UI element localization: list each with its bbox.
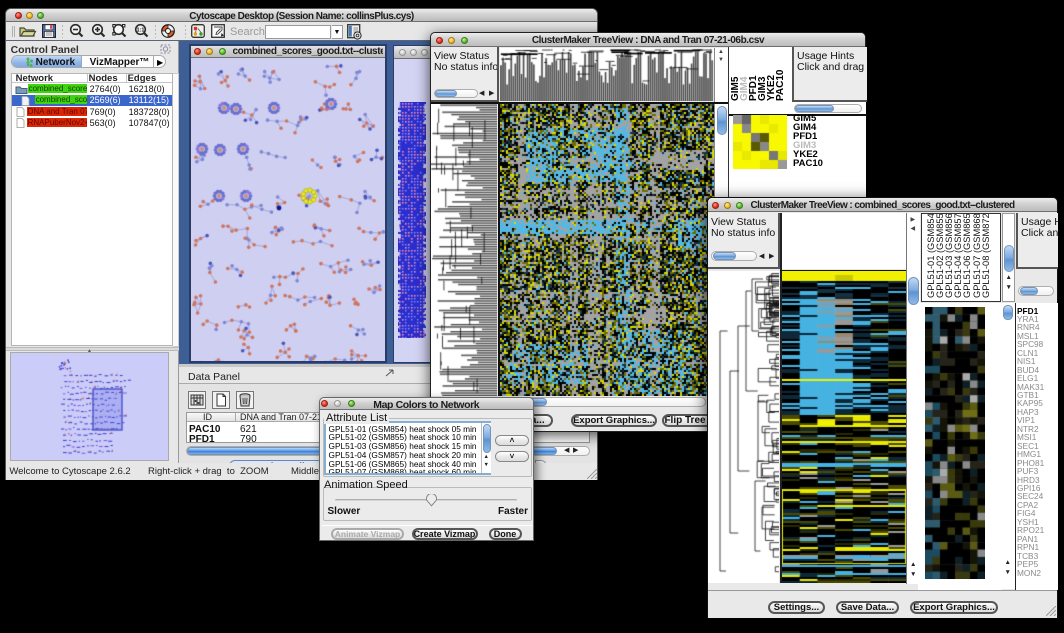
svg-text:1:1: 1:1 xyxy=(137,28,145,34)
